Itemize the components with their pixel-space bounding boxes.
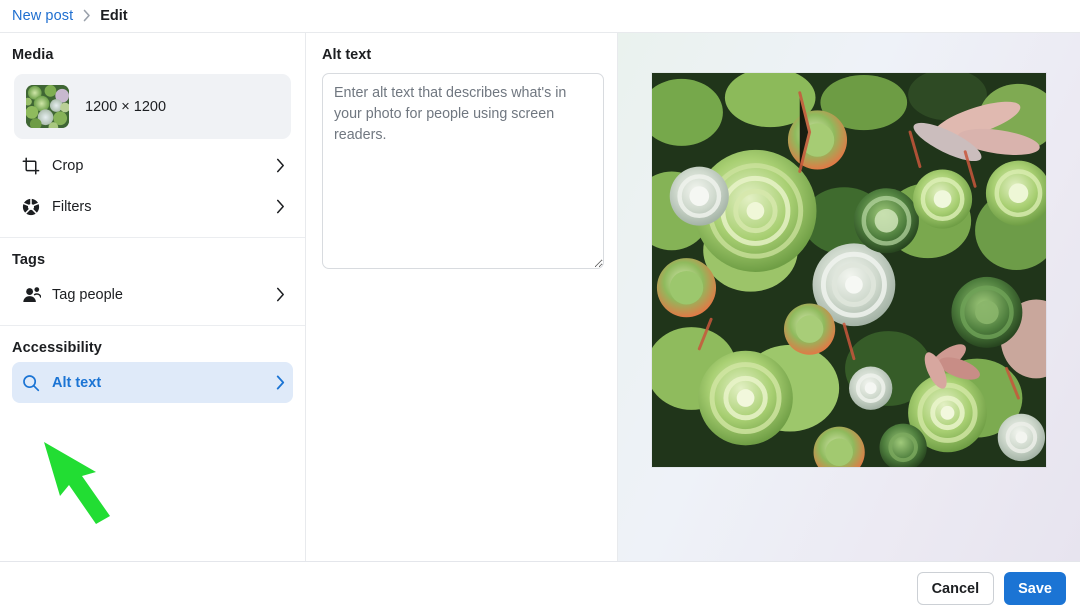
cancel-button[interactable]: Cancel	[916, 572, 995, 605]
section-title-tags: Tags	[12, 252, 46, 268]
dialog-body: Media 1200 × 1200 Crop Filters Tags Tag …	[0, 33, 1080, 562]
sidebar-item-filters-label: Filters	[52, 198, 92, 215]
chevron-right-icon	[276, 287, 285, 302]
succulents-thumbnail-icon	[26, 85, 69, 128]
section-title-media: Media	[12, 47, 54, 63]
succulent-garden-photo	[652, 73, 1046, 467]
preview-image-frame	[652, 73, 1046, 467]
media-thumbnail-card[interactable]: 1200 × 1200	[14, 74, 291, 139]
chevron-right-icon	[276, 375, 285, 390]
dialog-footer: Cancel Save	[0, 562, 1080, 615]
alt-text-input[interactable]	[322, 73, 604, 269]
sidebar-section-media: Media 1200 × 1200 Crop Filters	[0, 33, 305, 237]
image-preview-panel	[618, 33, 1080, 561]
sidebar-item-tag-people-label: Tag people	[52, 286, 123, 303]
tag-people-icon	[20, 284, 42, 306]
sidebar-item-crop[interactable]: Crop	[12, 145, 293, 186]
search-icon	[20, 372, 42, 394]
media-dimensions: 1200 × 1200	[85, 98, 167, 115]
sidebar: Media 1200 × 1200 Crop Filters Tags Tag …	[0, 33, 306, 561]
sidebar-item-filters[interactable]: Filters	[12, 186, 293, 227]
sidebar-section-tags: Tags Tag people	[0, 237, 305, 325]
save-button[interactable]: Save	[1004, 572, 1066, 605]
chevron-right-icon	[276, 199, 285, 214]
panel-title-alt-text: Alt text	[322, 47, 372, 63]
annotation-arrow-icon	[44, 442, 110, 524]
breadcrumb-separator-icon	[83, 9, 91, 24]
breadcrumb-current-edit: Edit	[100, 8, 128, 24]
crop-icon	[20, 155, 42, 177]
sidebar-item-tag-people[interactable]: Tag people	[12, 274, 293, 315]
section-title-accessibility: Accessibility	[12, 340, 102, 356]
sidebar-item-alt-text-label: Alt text	[52, 374, 102, 391]
aperture-icon	[20, 196, 42, 218]
breadcrumb: New post Edit	[0, 0, 1080, 33]
chevron-right-icon	[276, 158, 285, 173]
edit-post-dialog: New post Edit Media 1200 × 1200 Crop Fil…	[0, 0, 1080, 615]
sidebar-item-alt-text[interactable]: Alt text	[12, 362, 293, 403]
sidebar-item-crop-label: Crop	[52, 157, 84, 174]
breadcrumb-new-post[interactable]: New post	[12, 8, 73, 24]
alt-text-panel: Alt text	[306, 33, 618, 561]
sidebar-section-accessibility: Accessibility Alt text	[0, 325, 305, 413]
